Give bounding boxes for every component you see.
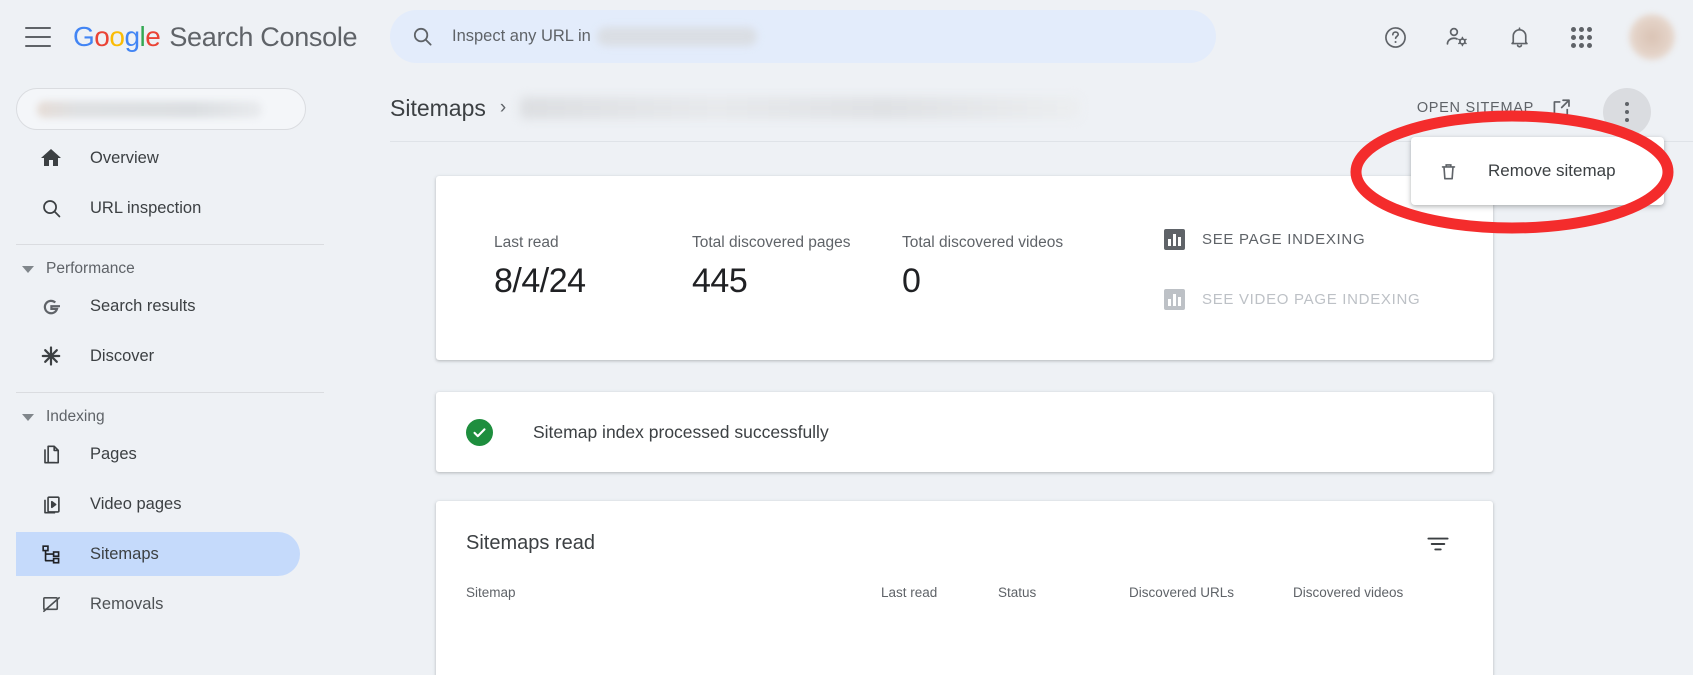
brand-logo: Google Search Console: [73, 21, 358, 53]
see-page-indexing-label: SEE PAGE INDEXING: [1202, 230, 1366, 248]
open-sitemap-label: OPEN SITEMAP: [1416, 99, 1534, 116]
sidebar-item-sitemaps[interactable]: Sitemaps: [16, 532, 300, 576]
sidebar-item-label: URL inspection: [90, 198, 202, 217]
column-header-last-read[interactable]: Last read: [881, 585, 998, 600]
google-g-icon: [38, 294, 64, 318]
google-wordmark: Google: [73, 21, 161, 52]
stat-value: 0: [902, 262, 921, 300]
sidebar-group-performance[interactable]: Performance: [22, 260, 340, 278]
breadcrumb: Sitemaps › OPEN SITEMAP: [340, 74, 1693, 142]
search-icon: [38, 197, 64, 220]
top-bar-icons: [1375, 10, 1675, 64]
sidebar-group-label: Indexing: [46, 408, 105, 425]
main-content: Sitemaps › OPEN SITEMAP Last read 8/4/24…: [340, 74, 1693, 675]
sitemaps-tree-icon: [38, 543, 64, 566]
see-video-page-indexing-label: SEE VIDEO PAGE INDEXING: [1202, 290, 1421, 308]
table-header-row: Sitemap Last read Status Discovered URLs…: [436, 585, 1493, 600]
context-menu: Remove sitemap: [1411, 137, 1664, 205]
stat-last-read: Last read 8/4/24: [494, 234, 692, 301]
chevron-down-icon: [22, 413, 34, 421]
sidebar-group-indexing[interactable]: Indexing: [22, 408, 340, 426]
external-link-icon: [1550, 96, 1573, 119]
sidebar-item-label: Removals: [90, 594, 164, 613]
property-selector[interactable]: [16, 88, 306, 130]
stat-value: 8/4/24: [494, 262, 586, 300]
sidebar-item-video-pages[interactable]: Video pages: [16, 482, 300, 526]
avatar[interactable]: [1629, 14, 1675, 60]
stat-total-discovered-videos: Total discovered videos 0: [902, 234, 1063, 301]
breadcrumb-root[interactable]: Sitemaps: [390, 95, 486, 122]
status-message: Sitemap index processed successfully: [533, 421, 829, 442]
see-video-page-indexing-link: SEE VIDEO PAGE INDEXING: [1164, 283, 1420, 315]
stat-label: Last read: [494, 234, 559, 251]
help-icon[interactable]: [1375, 17, 1415, 57]
removals-icon: [38, 593, 64, 616]
stat-value: 445: [692, 262, 748, 300]
sidebar-item-overview[interactable]: Overview: [16, 136, 300, 180]
sidebar-item-label: Video pages: [90, 494, 182, 513]
bar-chart-icon: [1164, 288, 1185, 310]
stat-total-discovered-pages: Total discovered pages 445: [692, 234, 902, 301]
google-apps-grid-icon[interactable]: [1561, 17, 1601, 57]
breadcrumb-separator-icon: ›: [499, 97, 507, 118]
sidebar-item-label: Pages: [90, 444, 137, 463]
sitemaps-read-card: Sitemaps read Sitemap Last read Status D…: [436, 501, 1493, 675]
chevron-down-icon: [22, 265, 34, 273]
search-placeholder-text: Inspect any URL in: [452, 27, 591, 45]
success-check-icon: [466, 418, 493, 446]
sidebar-item-removals[interactable]: Removals: [16, 582, 300, 626]
video-page-icon: [38, 493, 64, 516]
redacted-property-name: [37, 100, 262, 118]
pages-copy-icon: [38, 443, 64, 466]
menu-item-remove-sitemap[interactable]: Remove sitemap: [1488, 161, 1616, 181]
sitemap-summary-card: Last read 8/4/24 Total discovered pages …: [436, 176, 1493, 360]
stat-label: Total discovered videos: [902, 234, 1064, 251]
more-vertical-icon[interactable]: [1603, 88, 1651, 136]
home-icon: [38, 146, 64, 170]
filter-list-icon[interactable]: [1425, 531, 1451, 557]
trash-icon: [1437, 160, 1460, 183]
search-icon: [411, 25, 434, 48]
summary-links: SEE PAGE INDEXING SEE VIDEO PAGE INDEXIN…: [1164, 223, 1420, 343]
sidebar-group-label: Performance: [46, 260, 135, 277]
column-header-sitemap[interactable]: Sitemap: [466, 585, 881, 600]
card-title: Sitemaps read: [466, 531, 595, 554]
column-header-status[interactable]: Status: [998, 585, 1129, 600]
google-search-console-page: Google Search Console Inspect any URL in: [0, 0, 1693, 675]
sitemap-status-card: Sitemap index processed successfully: [436, 392, 1493, 472]
sidebar: Overview URL inspection Performance Sear…: [0, 74, 340, 675]
search-input[interactable]: Inspect any URL in: [390, 10, 1216, 63]
column-header-discovered-urls[interactable]: Discovered URLs: [1129, 585, 1293, 600]
sidebar-item-search-results[interactable]: Search results: [16, 284, 300, 328]
sidebar-item-url-inspection[interactable]: URL inspection: [16, 186, 300, 230]
top-app-bar: Google Search Console Inspect any URL in: [0, 0, 1693, 74]
sidebar-item-label: Discover: [90, 346, 155, 365]
sidebar-item-discover[interactable]: Discover: [16, 334, 300, 378]
redacted-property-url: [596, 27, 757, 46]
sitemaps-read-header: Sitemaps read: [436, 501, 1493, 585]
column-header-discovered-videos[interactable]: Discovered videos: [1293, 585, 1403, 600]
stat-label: Total discovered pages: [692, 234, 851, 251]
bar-chart-icon: [1164, 228, 1185, 250]
sidebar-item-pages[interactable]: Pages: [16, 432, 300, 476]
notifications-bell-icon[interactable]: [1499, 17, 1539, 57]
breadcrumb-current-redacted: [520, 97, 1081, 119]
see-page-indexing-link[interactable]: SEE PAGE INDEXING: [1164, 223, 1420, 255]
product-name: Search Console: [169, 22, 358, 52]
account-settings-icon[interactable]: [1437, 17, 1477, 57]
sidebar-item-label: Overview: [90, 148, 159, 167]
discover-asterisk-icon: [38, 344, 64, 368]
sidebar-divider: [16, 392, 324, 393]
sidebar-item-label: Search results: [90, 296, 196, 315]
open-sitemap-button[interactable]: OPEN SITEMAP: [1417, 96, 1573, 119]
sidebar-divider: [16, 244, 324, 245]
hamburger-menu-icon[interactable]: [25, 27, 51, 47]
sidebar-item-label: Sitemaps: [90, 544, 159, 563]
